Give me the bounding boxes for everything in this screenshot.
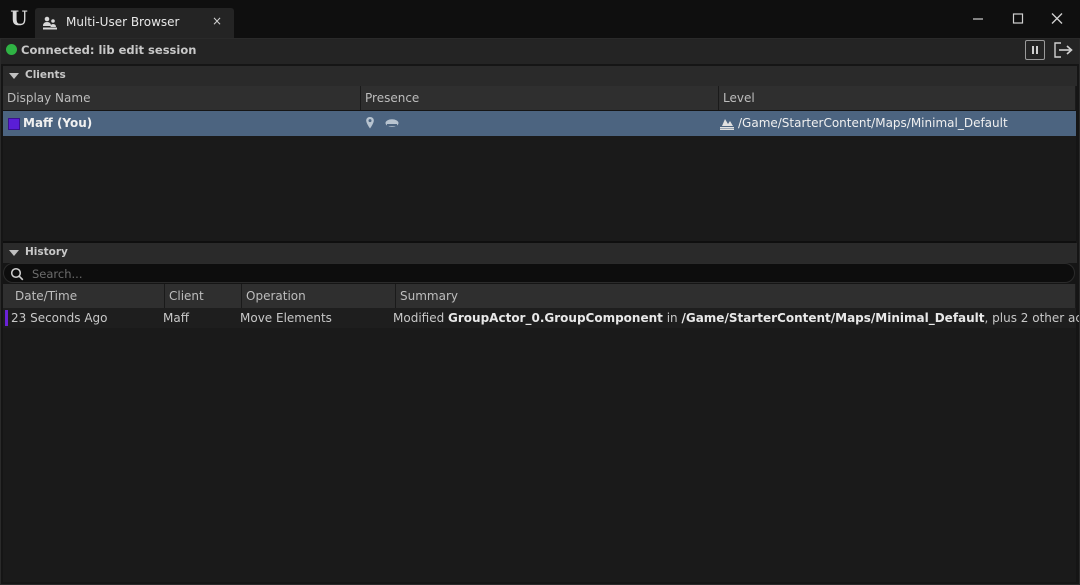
maximize-icon <box>1012 13 1024 24</box>
history-datetime: 23 Seconds Ago <box>11 311 108 325</box>
tab-close-icon[interactable]: × <box>212 14 222 28</box>
location-pin-icon[interactable] <box>365 116 375 130</box>
history-summary: Modified GroupActor_0.GroupComponent in … <box>393 311 1080 325</box>
exit-session-icon <box>1054 42 1073 58</box>
close-icon <box>1051 13 1063 24</box>
history-operation: Move Elements <box>240 311 332 325</box>
column-header-operation[interactable]: Operation <box>242 284 396 308</box>
collapse-arrow-icon[interactable] <box>9 250 19 256</box>
level-map-icon <box>720 119 734 130</box>
connection-status-icon <box>6 44 17 55</box>
client-color-marker <box>5 310 8 326</box>
column-header-spacer <box>3 284 11 308</box>
client-row[interactable]: Maff (You) /Game/StarterContent/Maps/Min… <box>3 111 1076 136</box>
clients-section-title: Clients <box>25 69 66 81</box>
minimize-button[interactable] <box>968 10 988 28</box>
column-header-display-name[interactable]: Display Name <box>3 86 361 110</box>
summary-suffix: , plus 2 other actions. <box>984 311 1080 325</box>
client-level-path: /Game/StarterContent/Maps/Minimal_Defaul… <box>738 116 1008 130</box>
history-section-title: History <box>25 246 68 258</box>
maximize-button[interactable] <box>1008 10 1028 28</box>
pause-session-button[interactable] <box>1025 40 1045 60</box>
client-color-swatch <box>8 118 20 130</box>
close-window-button[interactable] <box>1047 10 1067 28</box>
column-header-level[interactable]: Level <box>719 86 1076 110</box>
history-list-empty-area <box>3 328 1076 582</box>
search-icon <box>10 267 24 281</box>
session-toolbar: Connected: lib edit session <box>0 38 1080 64</box>
search-input[interactable] <box>30 265 1054 283</box>
history-search-box[interactable] <box>3 263 1075 283</box>
clients-list-empty-area <box>3 136 1076 241</box>
column-header-date-time[interactable]: Date/Time <box>11 284 165 308</box>
column-header-summary[interactable]: Summary <box>396 284 1076 308</box>
summary-path: /Game/StarterContent/Maps/Minimal_Defaul… <box>681 311 985 325</box>
collapse-arrow-icon[interactable] <box>9 73 19 79</box>
clients-section-header[interactable]: Clients <box>3 66 1077 86</box>
users-icon <box>43 16 57 30</box>
tab-multi-user-browser[interactable]: Multi-User Browser × <box>35 8 234 38</box>
summary-object: GroupActor_0.GroupComponent <box>448 311 663 325</box>
unreal-logo-icon: U <box>10 6 27 30</box>
history-row[interactable]: 23 Seconds Ago Maff Move Elements Modifi… <box>3 308 1080 328</box>
connection-status-text: Connected: lib edit session <box>21 43 197 57</box>
leave-session-button[interactable] <box>1053 40 1073 58</box>
title-bar: U Multi-User Browser × <box>0 0 1080 38</box>
pause-icon <box>1032 46 1038 54</box>
history-section-header[interactable]: History <box>3 243 1077 263</box>
history-client: Maff <box>163 311 189 325</box>
summary-prefix: Modified <box>393 311 449 325</box>
column-header-client[interactable]: Client <box>165 284 242 308</box>
column-header-presence[interactable]: Presence <box>361 86 719 110</box>
client-display-name: Maff (You) <box>23 116 93 130</box>
minimize-icon <box>973 18 983 20</box>
summary-mid: in <box>662 311 682 325</box>
tab-label: Multi-User Browser <box>66 15 180 29</box>
vr-headset-icon[interactable] <box>384 118 400 130</box>
